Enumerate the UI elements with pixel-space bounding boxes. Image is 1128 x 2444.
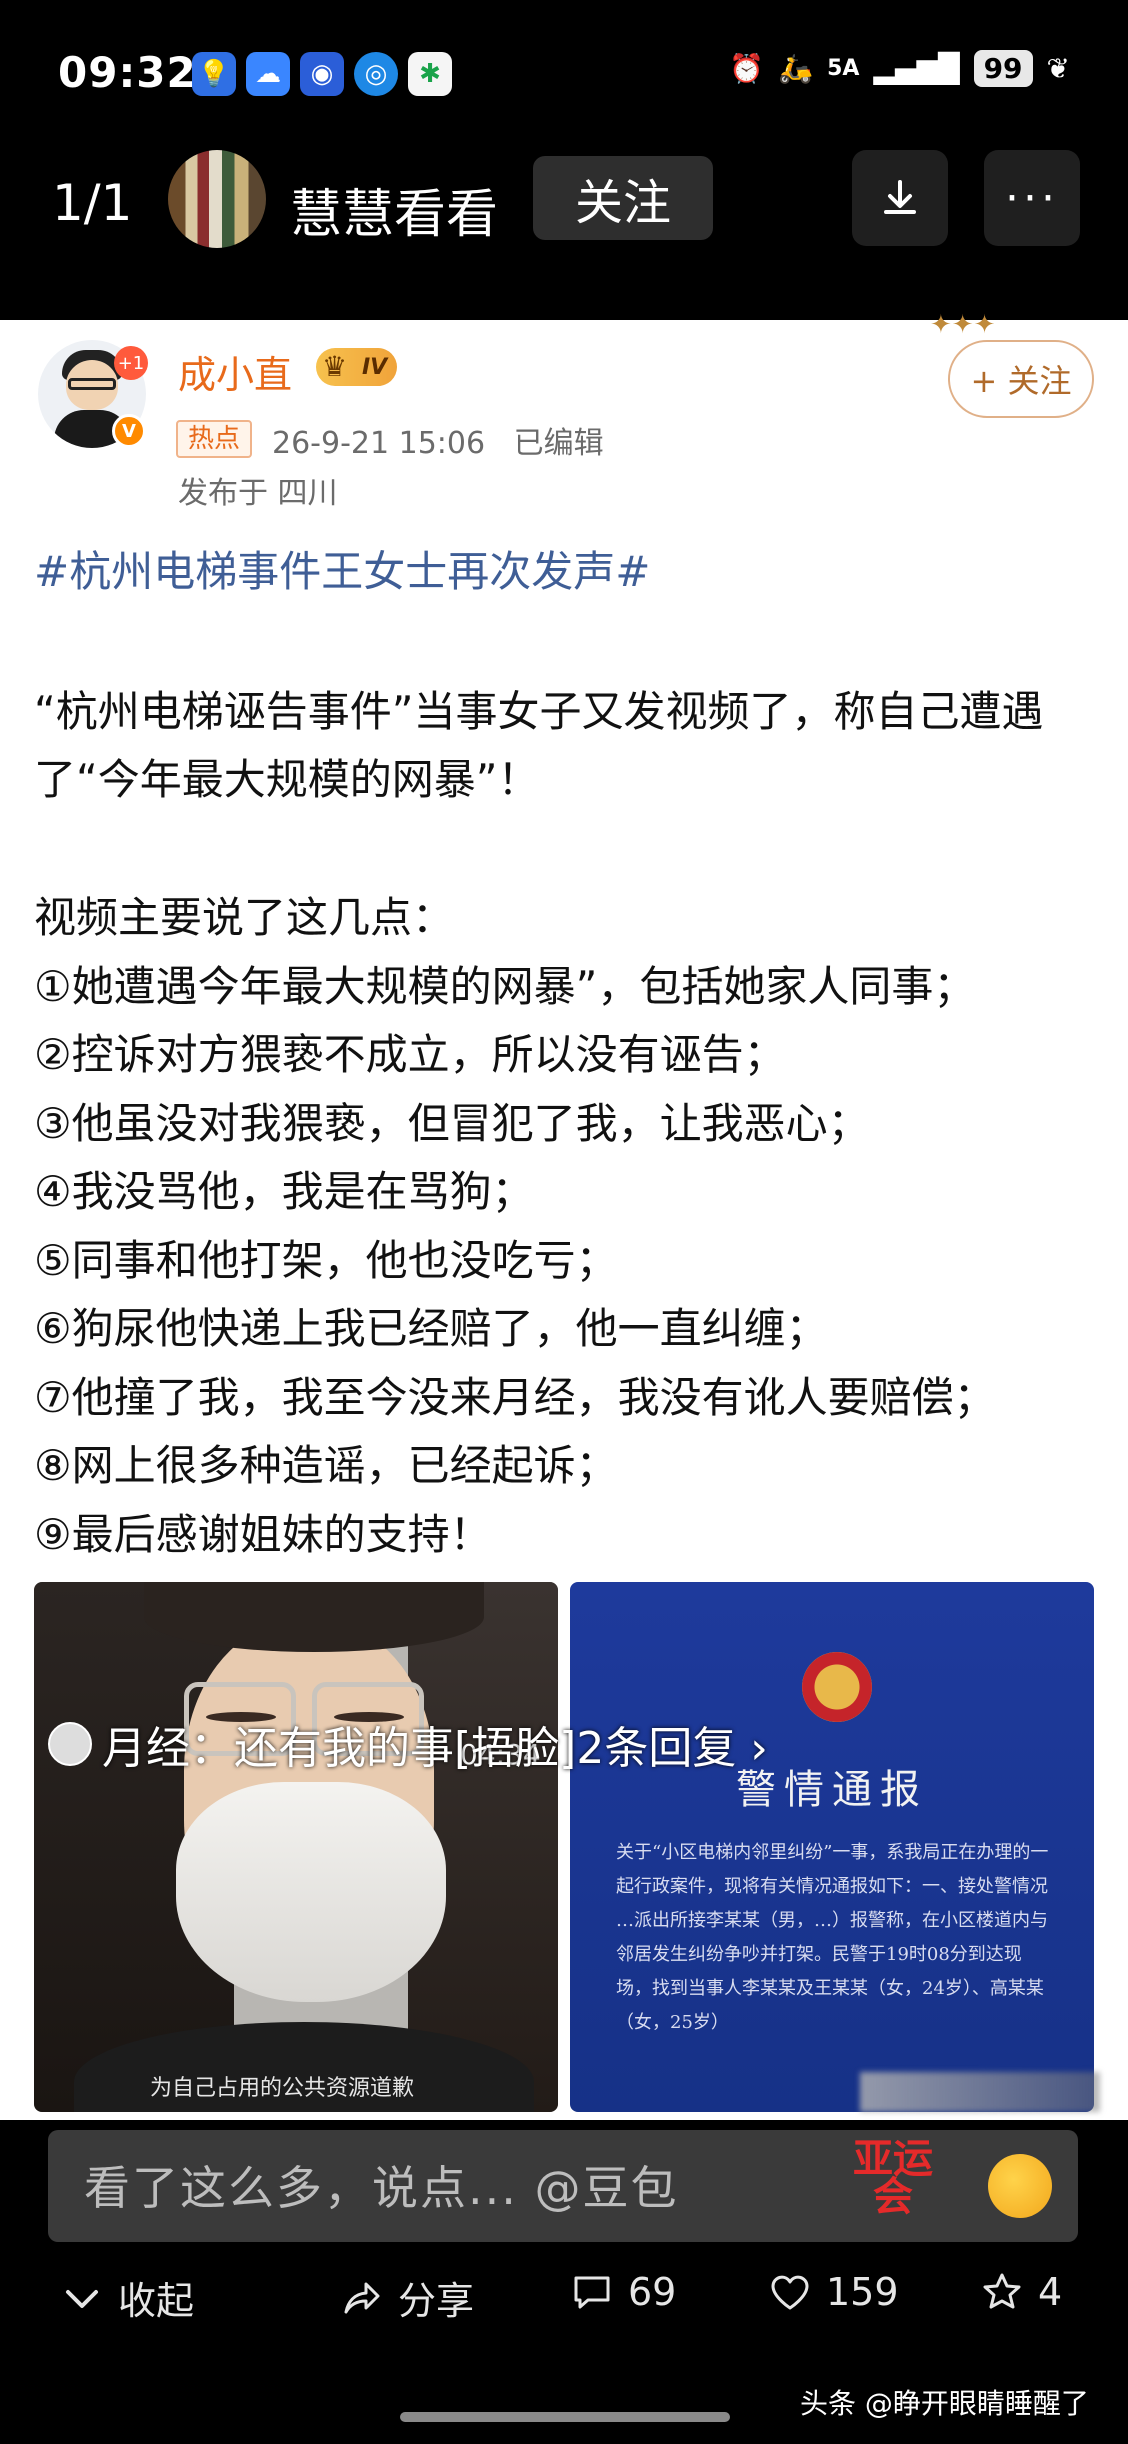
decorative-sticker: ✦✦✦ [930,310,996,340]
mobile-carrier-icon: ✱ [408,52,452,96]
follow-poster-button[interactable]: + 关注 [948,340,1094,418]
battery-indicator: 99 [973,50,1033,87]
alarm-icon: ⏰ [729,52,765,85]
comment-input[interactable]: 看了这么多，说点... @豆包 亚运会 [48,2130,1078,2242]
chevron-down-icon [66,2289,98,2308]
police-notice-image[interactable]: 警情通报 关于“小区电梯内邻里纠纷”一事，系我局正在办理的一起行政案件，现将有关… [570,1582,1094,2112]
face-mask [176,1782,446,2002]
post-screenshot: ✦✦✦ +1 V 成小直 ♛ IV 热点 26-9-21 15:06 已编辑 发… [0,310,1128,2120]
collapse-label: 收起 [118,2279,195,2323]
watermark: 头条 @睁开眼睛睡醒了 [800,2387,1089,2420]
notice-body: 关于“小区电梯内邻里纠纷”一事，系我局正在办理的一起行政案件，现将有关情况通报如… [616,1842,1049,2033]
clock: 09:32 [58,48,197,97]
more-icon: ··· [1005,172,1059,224]
list-item: ①她遭遇今年最大规模的网暴”，包括她家人同事； [34,961,976,1011]
commenter-avatar [48,1722,92,1766]
level-label: IV [362,354,388,380]
points-list: 视频主要说了这几点： ①她遭遇今年最大规模的网暴”，包括她家人同事； ②控诉对方… [34,884,996,1569]
follow-button[interactable]: 关注 [533,156,713,240]
comment-icon [574,2276,610,2309]
collapse-button[interactable]: 收起 [60,2270,194,2325]
video-thumbnail[interactable]: 为自己占用的公共资源道歉 [34,1582,558,2112]
shield-user-icon: ◉ [300,52,344,96]
police-emblem-icon [802,1652,872,1722]
video-caption: 为自己占用的公共资源道歉 [150,2076,415,2101]
comment-count: 69 [628,2270,677,2314]
share-icon [344,2282,380,2313]
author-name[interactable]: 慧慧看看 [290,172,498,247]
heart-icon [771,2275,809,2310]
download-button[interactable] [852,150,948,246]
network-label: 5A [827,56,860,81]
more-button[interactable]: ··· [984,150,1080,246]
scooter-icon: 🛵 [778,52,814,85]
favorite-button[interactable]: 4 [980,2270,1062,2314]
list-item: ⑥狗尿他快递上我已经赔了，他一直纠缠； [34,1304,828,1353]
download-icon [884,180,916,214]
like-count: 159 [826,2270,899,2314]
comment-input-placeholder: 看了这么多，说点... @豆包 [84,2161,679,2215]
list-item: ⑦他撞了我，我至今没来月经，我没有讹人要赔偿； [34,1372,996,1422]
like-button[interactable]: 159 [768,2270,899,2314]
post-intro: “杭州电梯诬告事件”当事女子又发视频了，称自己遭遇了“今年最大规模的网暴”！ [34,687,1044,804]
status-right: ⏰ 🛵 5A ▂▄▆█ 99 ❦ [729,50,1070,87]
list-title: 视频主要说了这几点： [34,893,455,942]
share-button[interactable]: 分享 [340,2270,474,2325]
hashtag-link[interactable]: #杭州电梯事件王女士再次发声# [34,538,650,599]
post-location: 发布于 四川 [178,476,338,511]
poster-name[interactable]: 成小直 [178,344,292,399]
asian-games-badge[interactable]: 亚运会 [848,2139,938,2217]
verified-badge: V [112,414,146,448]
signal-icon: ▂▄▆█ [873,52,960,85]
emoji-icon[interactable] [988,2154,1052,2218]
list-item: ②控诉对方猥亵不成立，所以没有诬告； [34,1030,786,1079]
top-bar: 1/1 慧慧看看 关注 ··· [0,150,1128,320]
list-item: ④我没骂他，我是在骂狗； [34,1167,534,1216]
image-counter: 1/1 [52,174,133,232]
blurred-overlay [860,2072,1100,2112]
action-row: 收起 分享 69 159 4 [0,2270,1128,2350]
notification-badge: +1 [114,346,148,380]
floating-comment-text: 月经：还有我的事[捂脸]2条回复 › [102,1723,768,1774]
list-item: ⑤同事和他打架，他也没吃亏； [34,1235,618,1285]
hot-tag: 热点 [176,420,253,458]
author-avatar[interactable] [168,150,266,248]
floating-comment[interactable]: 月经：还有我的事[捂脸]2条回复 › [48,1712,768,1776]
comment-button[interactable]: 69 [570,2270,676,2314]
list-item: ⑧网上很多种造谣，已经起诉； [34,1441,618,1490]
list-item: ③他虽没对我猥亵，但冒犯了我，让我恶心； [34,1098,870,1148]
cloud-icon: ☁ [246,52,290,96]
home-indicator[interactable] [400,2412,730,2422]
list-item: ⑨最后感谢姐妹的支持！ [34,1509,492,1559]
browser-icon: ◎ [354,52,398,96]
star-icon [983,2273,1021,2309]
status-bar: 09:32 💡 ☁ ◉ ◎ ✱ ⏰ 🛵 5A ▂▄▆█ 99 ❦ [0,0,1128,150]
crown-icon: ♛ [322,350,348,383]
post-meta: 26-9-21 15:06 已编辑 [272,426,604,461]
level-badge: ♛ IV [316,348,398,386]
share-label: 分享 [398,2279,475,2323]
leaf-icon: ❦ [1046,52,1070,85]
favorite-count: 4 [1038,2270,1063,2314]
bottom-bar: 看了这么多，说点... @豆包 亚运会 收起 分享 69 159 4 头条 @睁… [0,2120,1128,2444]
lightbulb-icon: 💡 [192,52,236,96]
